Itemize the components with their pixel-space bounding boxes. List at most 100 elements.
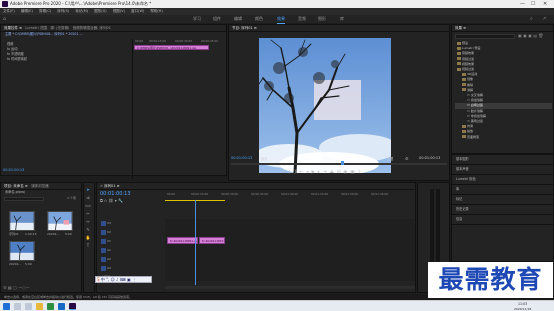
slip-tool-icon[interactable]: ↔ xyxy=(85,219,91,225)
step-forward-icon[interactable]: ▸ xyxy=(318,170,320,175)
track-header-a3[interactable]: A3 xyxy=(97,264,152,272)
zoom-slider[interactable]: —○— xyxy=(18,285,30,290)
timeline-clip[interactable]: fx 20201118151.jpg xyxy=(199,237,225,244)
yuv-filter-icon[interactable]: ▣ xyxy=(528,33,532,38)
ime-menu-icon[interactable]: ⋮ xyxy=(132,277,136,282)
toggle-icon[interactable] xyxy=(101,220,106,226)
step-back-icon[interactable]: ◂ xyxy=(306,170,308,175)
ripple-edit-tool-icon[interactable]: ⟺ xyxy=(85,203,91,209)
program-playhead[interactable] xyxy=(341,161,344,165)
track-header-v1[interactable]: V1 xyxy=(97,237,152,245)
task-view-icon[interactable] xyxy=(25,303,32,310)
menu-graphics[interactable]: 图形(G) xyxy=(94,9,106,13)
tab-source[interactable]: 源: (无剪辑) xyxy=(50,26,69,30)
pen-tool-icon[interactable]: ✎ xyxy=(85,227,91,233)
ime-chinese-icon[interactable]: 中 xyxy=(101,277,105,282)
section-libraries[interactable]: 库 xyxy=(452,185,553,195)
minimize-button[interactable]: — xyxy=(520,0,525,8)
tab-libraries[interactable]: 库 xyxy=(340,15,344,23)
mark-in-icon[interactable]: { xyxy=(288,170,291,175)
program-quality-dropdown[interactable]: 完整 xyxy=(387,156,393,161)
program-fit-dropdown[interactable]: 适合 xyxy=(261,156,267,161)
effect-controls-timecode[interactable]: 00:01:00:13 xyxy=(3,168,24,172)
section-essential-graphics[interactable]: 基本图形 xyxy=(452,155,553,165)
effect-row-time-remap[interactable]: fx 时间重映射 xyxy=(3,57,131,62)
add-button-icon[interactable]: ＋ xyxy=(357,170,362,175)
share-icon[interactable]: ↗ xyxy=(542,15,546,23)
tab-editing[interactable]: 编辑 xyxy=(234,15,242,23)
linked-selection-icon[interactable]: ⛓ xyxy=(108,198,113,203)
timeline-ruler[interactable]: 00:00 00:00:15:00 00:00:30:00 00:00:45:0… xyxy=(165,192,415,200)
premiere-taskbar-icon[interactable] xyxy=(69,303,76,310)
nest-icon[interactable]: ⧉ xyxy=(100,198,103,203)
word-icon[interactable] xyxy=(58,303,65,310)
maximize-button[interactable]: ☐ xyxy=(531,0,535,8)
go-to-in-icon[interactable]: ⇤ xyxy=(300,170,304,175)
search-icon[interactable]: ⌕ xyxy=(530,15,533,23)
snap-icon[interactable]: ∩ xyxy=(104,198,107,203)
tab-audio[interactable]: 音频 xyxy=(298,15,306,23)
selection-tool-icon[interactable]: ➤ xyxy=(85,187,91,193)
menu-clip[interactable]: 剪辑(C) xyxy=(39,9,51,13)
timeline-timecode[interactable]: 00:01:00:13 xyxy=(100,191,131,197)
timeline-clip[interactable]: fx 20201118091.jpg xyxy=(167,237,198,244)
mark-out-icon[interactable]: } xyxy=(294,170,297,175)
extract-icon[interactable]: ⊟ xyxy=(337,170,341,175)
search-taskbar-icon[interactable] xyxy=(14,303,21,310)
menu-sequence[interactable]: 序列(S) xyxy=(57,9,69,13)
toggle-icon[interactable] xyxy=(101,238,106,244)
go-to-out-icon[interactable]: ⇥ xyxy=(323,170,327,175)
razor-tool-icon[interactable]: ✂ xyxy=(85,211,91,217)
section-markers[interactable]: 标记 xyxy=(452,195,553,205)
project-item-thumbnail-image[interactable] xyxy=(9,241,35,261)
section-lumetri-color[interactable]: Lumetri 颜色 xyxy=(452,175,553,185)
timeline-scrollbar[interactable] xyxy=(165,286,415,289)
type-tool-icon[interactable]: T xyxy=(85,243,91,249)
tab-sequence[interactable]: 序列01 ≡ xyxy=(104,184,120,188)
start-button-icon[interactable] xyxy=(3,303,10,310)
track-header-a2[interactable]: A2 xyxy=(97,255,152,263)
add-marker-icon[interactable]: ▾ xyxy=(115,198,117,203)
track-header-v3[interactable]: V3 xyxy=(97,219,152,227)
track-header-a1[interactable]: A1 xyxy=(97,246,152,254)
tab-effects-panel[interactable]: 效果 ≡ xyxy=(455,26,466,30)
project-item-thumbnail-sequence[interactable] xyxy=(9,211,35,231)
timeline-playhead[interactable] xyxy=(195,200,196,285)
program-scrub-bar[interactable] xyxy=(231,163,447,165)
close-icon[interactable]: ✕ xyxy=(100,184,103,188)
browser-icon[interactable] xyxy=(47,303,54,310)
effect-controls-breadcrumb[interactable]: 主要 * C:\DMRS\图片\PSBHU8... 序列01 * 20201 .… xyxy=(1,32,226,37)
track-lanes[interactable] xyxy=(165,219,415,281)
delete-icon[interactable]: 🗑 xyxy=(538,33,543,38)
menu-edit[interactable]: 编辑(E) xyxy=(21,9,33,13)
menu-view[interactable]: 视图(V) xyxy=(113,9,125,13)
toggle-icon[interactable] xyxy=(101,265,106,271)
file-explorer-icon[interactable] xyxy=(36,303,43,310)
tab-project[interactable]: 项目: 未命名 ≡ xyxy=(4,184,28,188)
taskbar-time[interactable]: 11:03 xyxy=(518,302,527,306)
export-frame-icon[interactable]: ◉ xyxy=(343,170,347,175)
play-icon[interactable]: ▶ xyxy=(311,170,314,175)
add-marker-icon[interactable]: ▾ xyxy=(283,170,285,175)
menu-window[interactable]: 窗口(W) xyxy=(131,9,144,13)
ime-keyboard-icon[interactable]: ⌨ xyxy=(120,277,126,282)
program-timecode[interactable]: 00:01:00:13 xyxy=(231,156,252,160)
ime-logo-icon[interactable]: S xyxy=(97,277,100,282)
tab-lumetri-scopes[interactable]: Lumetri 范围 xyxy=(25,26,47,30)
tab-graphics[interactable]: 图形 xyxy=(318,15,326,23)
tab-effect-controls[interactable]: 效果控件 ≡ xyxy=(4,26,22,30)
taskbar-date[interactable]: 2020/11/18 xyxy=(514,307,531,311)
timeline-settings-icon[interactable]: 🔧 xyxy=(118,198,123,203)
tab-color[interactable]: 颜色 xyxy=(255,15,263,23)
freeform-view-icon[interactable]: ▢ xyxy=(13,285,17,290)
ime-skin-icon[interactable]: ▣ xyxy=(127,277,131,282)
tab-assembly[interactable]: 组件 xyxy=(213,15,221,23)
wrench-icon[interactable]: ⚙ xyxy=(405,156,409,161)
section-essential-sound[interactable]: 基本声音 xyxy=(452,165,553,175)
tab-learn[interactable]: 学习 xyxy=(193,15,201,23)
toggle-icon[interactable] xyxy=(101,229,106,235)
accelerated-filter-icon[interactable]: ▣ xyxy=(518,33,522,38)
new-bin-icon[interactable]: ▤ xyxy=(533,33,537,38)
comparison-view-icon[interactable]: ▣ xyxy=(350,170,354,175)
icon-view-icon[interactable]: ▦ xyxy=(8,285,12,290)
